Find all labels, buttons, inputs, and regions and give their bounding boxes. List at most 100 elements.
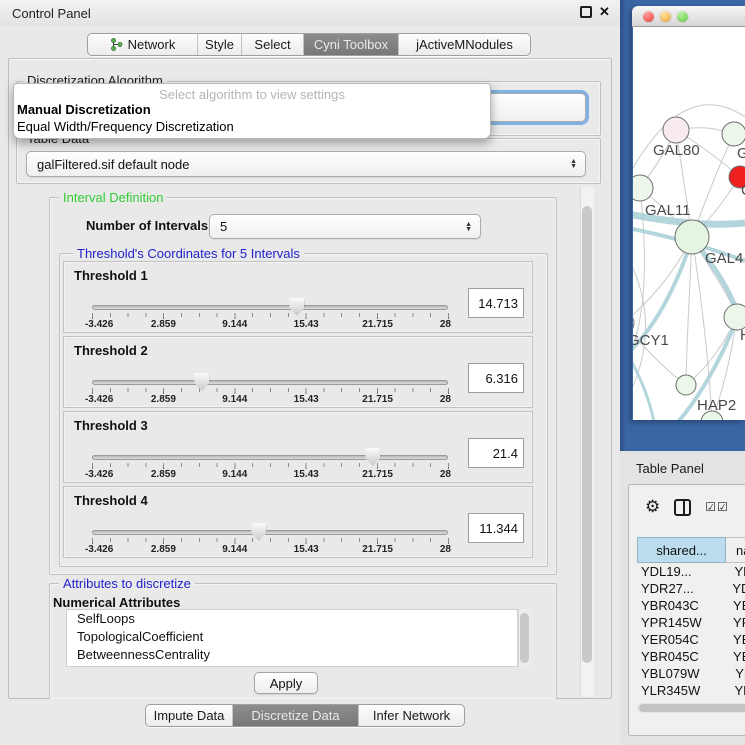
table-panel-inner: ⚙ ☑☑ shared... name YDL19...YDL1 YDR27..…	[628, 484, 745, 736]
screen: Control Panel ✕ Network Style	[0, 0, 745, 745]
threshold-4-label: Threshold 4	[74, 493, 148, 508]
slider-track[interactable]	[92, 530, 448, 535]
table-row[interactable]: YPR145WYPR1	[637, 614, 745, 631]
table-row[interactable]: YBR043CYBR0	[637, 597, 745, 614]
network-window-titlebar[interactable]	[632, 6, 745, 27]
tab-network[interactable]: Network	[88, 34, 198, 55]
list-item[interactable]: SelfLoops	[67, 610, 517, 628]
float-window-icon[interactable]	[580, 6, 592, 18]
table-row[interactable]: YDR27...YDR2	[637, 580, 745, 597]
network-node[interactable]	[663, 117, 689, 143]
table-horizontal-scrollbar-thumb[interactable]	[639, 704, 745, 712]
slider-track[interactable]	[92, 380, 448, 385]
threshold-2-value[interactable]: 6.316	[468, 363, 524, 393]
columns-icon[interactable]	[674, 499, 691, 516]
node-label: C	[741, 182, 745, 199]
main-scrollbar[interactable]	[580, 187, 594, 697]
network-canvas[interactable]: GAL80 GA C GAL11 GAL4 GCY1 H HAP2	[633, 27, 745, 420]
top-tab-bar: Network Style Select Cyni Toolbox jActiv…	[87, 33, 531, 56]
table-row[interactable]: YBR045CYBR0	[637, 648, 745, 665]
column-header-shared[interactable]: shared...	[637, 537, 726, 563]
algorithm-dropdown-popup: Select algorithm to view settings Manual…	[13, 83, 491, 139]
node-label: GCY1	[633, 332, 669, 349]
threshold-3-value[interactable]: 21.4	[468, 438, 524, 468]
network-icon	[110, 38, 123, 51]
numerical-attributes-label: Numerical Attributes	[53, 595, 180, 610]
threshold-4-box: Threshold 4 -3.4262.859 9.14415.43 21.71…	[63, 486, 533, 558]
table-row[interactable]: YDL19...YDL1	[637, 563, 745, 580]
network-view-window[interactable]: GAL80 GA C GAL11 GAL4 GCY1 H HAP2	[632, 6, 745, 420]
select-columns-icon[interactable]: ☑☑	[705, 500, 729, 514]
tab-select-label: Select	[254, 37, 290, 52]
close-icon[interactable]: ✕	[599, 4, 610, 20]
attributes-list-scrollbar[interactable]	[518, 609, 530, 667]
column-header-name[interactable]: name	[726, 537, 745, 563]
control-panel-titlebar: Control Panel ✕	[0, 0, 620, 26]
main-scrollbar-thumb[interactable]	[582, 206, 592, 663]
threshold-2-slider[interactable]: -3.4262.859 9.14415.43 21.71528	[92, 375, 448, 405]
tab-style[interactable]: Style	[198, 34, 242, 55]
slider-track[interactable]	[92, 305, 448, 310]
slider-track[interactable]	[92, 455, 448, 460]
popup-item-equal-width[interactable]: Equal Width/Frequency Discretization	[14, 119, 490, 136]
zoom-traffic-light-icon[interactable]	[677, 11, 688, 22]
tab-impute-data[interactable]: Impute Data	[146, 705, 233, 726]
numerical-attributes-list[interactable]: SelfLoops TopologicalCoefficient Between…	[66, 609, 518, 667]
tab-style-label: Style	[205, 37, 234, 52]
close-traffic-light-icon[interactable]	[643, 11, 654, 22]
network-node[interactable]	[633, 175, 653, 201]
node-label: GAL80	[653, 142, 700, 159]
threshold-1-label: Threshold 1	[74, 268, 148, 283]
bottom-tab-bar: Impute Data Discretize Data Infer Networ…	[145, 704, 465, 727]
minimize-traffic-light-icon[interactable]	[660, 11, 671, 22]
network-node[interactable]	[633, 312, 634, 334]
tab-infer-network-label: Infer Network	[373, 708, 450, 723]
apply-button[interactable]: Apply	[254, 672, 318, 694]
threshold-1-slider[interactable]: -3.4262.859 9.14415.43 21.71528	[92, 300, 448, 330]
tab-jactivemnodules[interactable]: jActiveMNodules	[399, 34, 530, 55]
network-node[interactable]	[676, 375, 696, 395]
threshold-1-value[interactable]: 14.713	[468, 288, 524, 318]
number-of-intervals-combobox[interactable]: 5 ▲▼	[209, 214, 481, 239]
tab-discretize-data[interactable]: Discretize Data	[233, 705, 359, 726]
popup-item-manual[interactable]: Manual Discretization	[14, 102, 490, 119]
threshold-4-slider[interactable]: -3.4262.859 9.14415.43 21.71528	[92, 525, 448, 555]
network-node[interactable]	[675, 220, 709, 254]
tab-cyni-toolbox-label: Cyni Toolbox	[314, 37, 388, 52]
table-row[interactable]: YER054CYER0	[637, 631, 745, 648]
panel-title: Control Panel	[12, 6, 91, 21]
threshold-3-label: Threshold 3	[74, 418, 148, 433]
slider-tick-labels: -3.4262.859 9.14415.43 21.71528	[92, 394, 449, 405]
table-row[interactable]: YBL079WYBL0	[637, 665, 745, 682]
combo-arrows-icon: ▲▼	[465, 222, 472, 232]
tab-jactivemnodules-label: jActiveMNodules	[416, 37, 513, 52]
table-panel: Table Panel ⚙ ☑☑ shared... name YDL19...…	[620, 451, 745, 745]
threshold-2-label: Threshold 2	[74, 343, 148, 358]
attributes-list-scrollbar-thumb[interactable]	[520, 613, 529, 663]
network-graph: GAL80 GA C GAL11 GAL4 GCY1 H HAP2	[633, 27, 745, 420]
number-of-intervals-label: Number of Intervals	[86, 218, 208, 233]
list-item[interactable]: BetweennessCentrality	[67, 646, 517, 664]
tab-select[interactable]: Select	[242, 34, 304, 55]
gear-icon[interactable]: ⚙	[645, 497, 660, 517]
node-label: HAP2	[697, 397, 736, 414]
table-data-combobox[interactable]: galFiltered.sif default node ▲▼	[26, 151, 586, 177]
tab-discretize-data-label: Discretize Data	[251, 708, 339, 723]
threshold-2-box: Threshold 2 -3.4262.859 9.14415.43 21.71…	[63, 336, 533, 408]
list-item[interactable]: TopologicalCoefficient	[67, 628, 517, 646]
interval-definition-title: Interval Definition	[59, 190, 167, 205]
tab-network-label: Network	[128, 37, 176, 52]
node-label: H	[740, 327, 745, 344]
tab-infer-network[interactable]: Infer Network	[359, 705, 464, 726]
threshold-4-value[interactable]: 11.344	[468, 513, 524, 543]
combo-arrows-icon: ▲▼	[570, 159, 577, 169]
slider-tick-labels: -3.4262.859 9.14415.43 21.71528	[92, 469, 449, 480]
network-node[interactable]	[722, 122, 745, 146]
node-label: GA	[737, 145, 745, 162]
table-header: shared... name	[637, 537, 745, 563]
table-row[interactable]: YLR345WYLR3	[637, 682, 745, 699]
attributes-group-title: Attributes to discretize	[59, 576, 195, 591]
tab-cyni-toolbox[interactable]: Cyni Toolbox	[304, 34, 399, 55]
threshold-3-slider[interactable]: -3.4262.859 9.14415.43 21.71528	[92, 450, 448, 480]
table-horizontal-scrollbar[interactable]	[637, 703, 745, 713]
